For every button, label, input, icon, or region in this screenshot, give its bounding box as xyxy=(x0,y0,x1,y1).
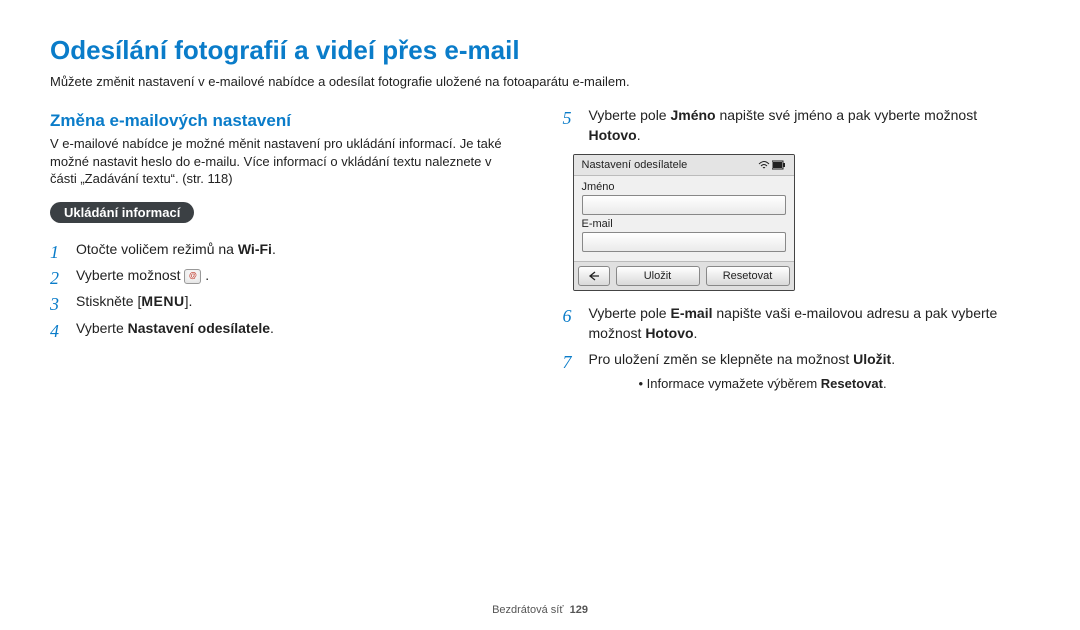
step-number: 6 xyxy=(563,303,572,329)
footer-section: Bezdrátová síť xyxy=(492,604,563,616)
field-label-name: Jméno xyxy=(582,181,786,193)
section-description: V e-mailové nabídce je možné měnit nasta… xyxy=(50,135,518,188)
back-icon xyxy=(588,271,600,281)
step-bold: Hotovo xyxy=(589,127,637,143)
step-text: Pro uložení změn se klepněte na možnost xyxy=(589,351,854,367)
step-number: 5 xyxy=(563,105,572,131)
bullet-text: . xyxy=(883,376,887,391)
step-text: ]. xyxy=(185,293,193,309)
screenshot-body: Jméno E-mail xyxy=(574,176,794,261)
step-text: Stiskněte [ xyxy=(76,293,141,309)
page-title: Odesílání fotografií a videí přes e-mail xyxy=(50,35,1030,66)
step-5: 5 Vyberte pole Jméno napište své jméno a… xyxy=(563,105,1031,146)
input-email[interactable] xyxy=(582,232,786,252)
bullet-reset: Informace vymažete výběrem Resetovat. xyxy=(613,375,1031,394)
step-text: napište své jméno a pak vyberte možnost xyxy=(716,107,977,123)
field-label-email: E-mail xyxy=(582,218,786,230)
save-button[interactable]: Uložit xyxy=(616,266,700,286)
step-1: 1 Otočte voličem režimů na Wi-Fi. xyxy=(50,239,518,259)
back-button[interactable] xyxy=(578,266,610,286)
footer-page-number: 129 xyxy=(570,604,588,616)
screenshot-header: Nastavení odesílatele xyxy=(574,155,794,176)
step-bold: Hotovo xyxy=(645,325,693,341)
input-name[interactable] xyxy=(582,195,786,215)
step-4: 4 Vyberte Nastavení odesílatele. xyxy=(50,318,518,338)
step-bold: Uložit xyxy=(853,351,891,367)
device-screenshot: Nastavení odesílatele Jméno E-mail xyxy=(573,154,795,291)
step-2: 2 Vyberte možnost . xyxy=(50,265,518,285)
right-column: 5 Vyberte pole Jméno napište své jméno a… xyxy=(563,99,1031,400)
screenshot-title: Nastavení odesílatele xyxy=(582,159,688,171)
step-number: 1 xyxy=(50,239,59,265)
step-number: 4 xyxy=(50,318,59,344)
page-footer: Bezdrátová síť 129 xyxy=(0,604,1080,616)
step-text: Otočte voličem režimů na xyxy=(76,241,238,257)
wifi-icon xyxy=(758,160,770,170)
step-text: Vyberte pole xyxy=(589,305,671,321)
step-text: . xyxy=(694,325,698,341)
left-column: Změna e-mailových nastavení V e-mailové … xyxy=(50,99,518,400)
battery-icon xyxy=(772,160,786,170)
step-text: Vyberte xyxy=(76,320,128,336)
wifi-label: Wi-Fi xyxy=(238,241,272,257)
step-text: . xyxy=(891,351,895,367)
section-title: Změna e-mailových nastavení xyxy=(50,111,518,131)
intro-text: Můžete změnit nastavení v e-mailové nabí… xyxy=(50,74,1030,89)
menu-button-label: MENU xyxy=(141,293,184,309)
step-text: . xyxy=(270,320,274,336)
step-number: 3 xyxy=(50,291,59,317)
step-bold: Nastavení odesílatele xyxy=(128,320,270,336)
screenshot-footer: Uložit Resetovat xyxy=(574,261,794,290)
step-text: Vyberte možnost xyxy=(76,267,184,283)
email-icon xyxy=(184,269,201,284)
step-3: 3 Stiskněte [MENU]. xyxy=(50,291,518,311)
reset-button[interactable]: Resetovat xyxy=(706,266,790,286)
step-bold: Jméno xyxy=(670,107,715,123)
bullet-bold: Resetovat xyxy=(821,376,883,391)
storage-pill: Ukládání informací xyxy=(50,202,194,223)
step-text: . xyxy=(637,127,641,143)
step-number: 7 xyxy=(563,349,572,375)
step-number: 2 xyxy=(50,265,59,291)
step-text: Vyberte pole xyxy=(589,107,671,123)
step-7: 7 Pro uložení změn se klepněte na možnos… xyxy=(563,349,1031,394)
bullet-text: Informace vymažete výběrem xyxy=(647,376,821,391)
step-bold: E-mail xyxy=(670,305,712,321)
step-6: 6 Vyberte pole E-mail napište vaši e-mai… xyxy=(563,303,1031,344)
